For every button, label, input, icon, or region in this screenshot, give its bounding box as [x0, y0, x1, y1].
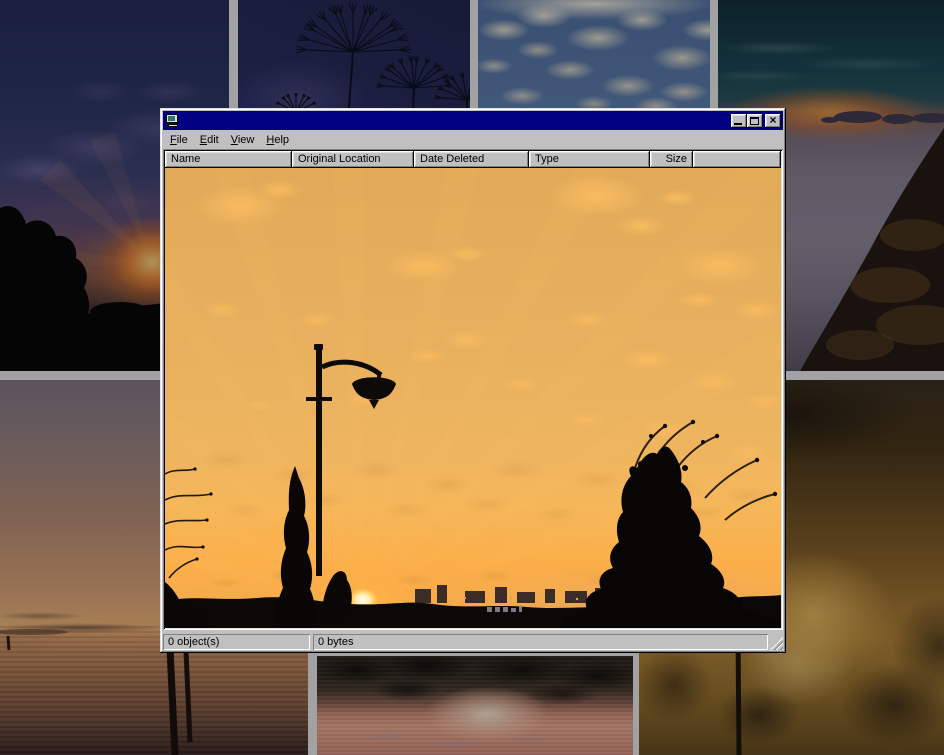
cypress-tree-silhouette [277, 466, 315, 628]
column-headers: Name Original Location Date Deleted Type… [165, 151, 781, 168]
minimize-icon [734, 123, 742, 125]
column-header-name[interactable]: Name [165, 151, 292, 168]
column-header-original-location[interactable]: Original Location [292, 151, 414, 168]
menu-item-file[interactable]: File [164, 132, 194, 148]
close-button[interactable]: × [765, 114, 781, 128]
recycle-bin-window: × File Edit View Help Name Original Loca… [160, 108, 786, 653]
street-lamp-silhouette [306, 344, 396, 576]
left-branches-silhouette [165, 469, 211, 578]
wallpaper-sunset-photo [165, 168, 781, 628]
monitor-icon [166, 114, 178, 123]
photo-silhouettes [165, 168, 781, 628]
menu-item-edit[interactable]: Edit [194, 132, 225, 148]
status-byte-count: 0 bytes [313, 634, 768, 650]
menu-bar: File Edit View Help [163, 130, 783, 149]
window-icon[interactable] [165, 114, 181, 128]
maximize-button[interactable] [747, 114, 763, 128]
column-header-type[interactable]: Type [529, 151, 650, 168]
column-header-date-deleted[interactable]: Date Deleted [414, 151, 529, 168]
bush-silhouette [322, 571, 351, 622]
status-object-count: 0 object(s) [163, 634, 310, 650]
column-header-filler [693, 151, 781, 168]
title-bar[interactable]: × [163, 111, 783, 130]
maximize-icon [750, 117, 759, 125]
menu-item-help[interactable]: Help [260, 132, 295, 148]
file-list-view[interactable]: Name Original Location Date Deleted Type… [163, 149, 783, 630]
status-bar: 0 object(s) 0 bytes [163, 630, 783, 650]
menu-item-view[interactable]: View [225, 132, 261, 148]
close-icon: × [765, 114, 781, 128]
minimize-button[interactable] [731, 114, 747, 128]
column-header-size[interactable]: Size [650, 151, 693, 168]
